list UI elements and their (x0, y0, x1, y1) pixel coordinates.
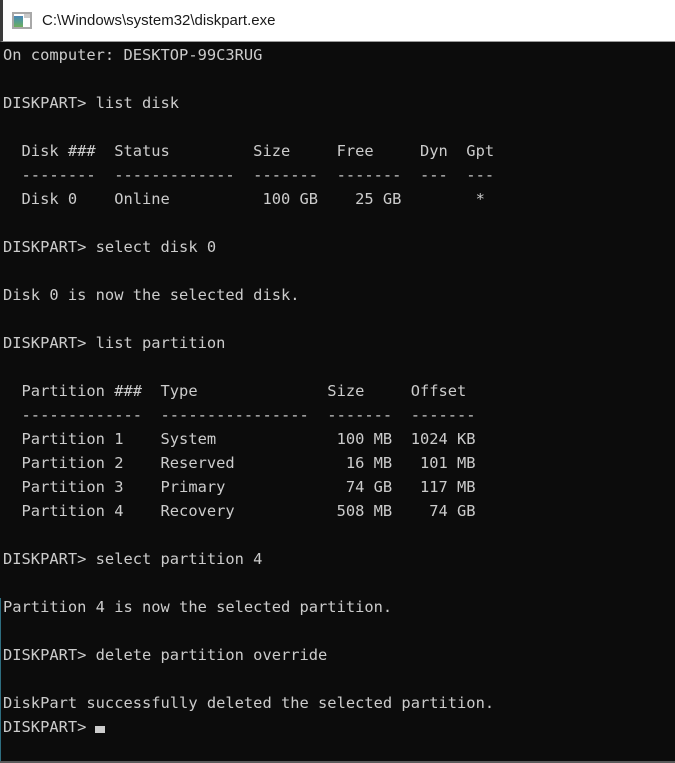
window-left-border (0, 598, 1, 761)
console-window-icon-strip (24, 14, 30, 18)
diskpart-console-window: C:\Windows\system32\diskpart.exe On comp… (0, 0, 675, 763)
window-title: C:\Windows\system32\diskpart.exe (42, 12, 275, 29)
console-window-icon-pane (14, 16, 23, 27)
terminal-screen[interactable]: On computer: DESKTOP-99C3RUG DISKPART> l… (0, 42, 675, 763)
terminal-output: On computer: DESKTOP-99C3RUG DISKPART> l… (3, 43, 675, 715)
title-bar[interactable]: C:\Windows\system32\diskpart.exe (0, 0, 675, 42)
text-cursor (95, 726, 105, 733)
prompt-text: DISKPART> (3, 718, 86, 736)
prompt-line: DISKPART> (3, 715, 675, 739)
console-window-icon (12, 12, 32, 29)
